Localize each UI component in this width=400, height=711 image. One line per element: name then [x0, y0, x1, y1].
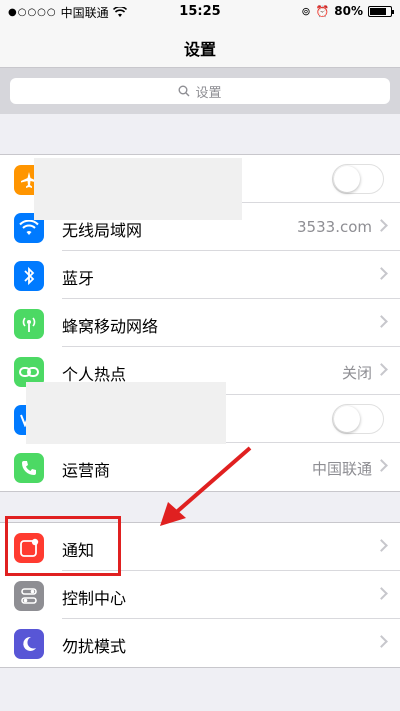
chevron-right-icon: [375, 267, 388, 280]
chevron-right-icon: [375, 459, 388, 472]
chevron-right-icon: [375, 635, 388, 648]
navigation-bar: 设置: [0, 22, 400, 68]
search-area: 设置: [0, 68, 400, 114]
status-bar: ●○○○○ 中国联通 15:25 ⊚ ⏰ 80%: [0, 0, 400, 22]
settings-row-label: 蜂窝移动网络: [62, 317, 159, 336]
battery-fill: [370, 7, 386, 15]
highlight-box: [5, 516, 121, 576]
wifi-network-name: 3533.com: [297, 218, 372, 236]
search-icon: [178, 85, 190, 97]
settings-row-bluetooth[interactable]: 蓝牙: [0, 251, 400, 299]
vpn-toggle[interactable]: [332, 404, 384, 434]
obscured-region: [26, 382, 226, 444]
settings-row-control-center[interactable]: 控制中心: [0, 571, 400, 619]
chevron-right-icon: [375, 363, 388, 376]
status-right: ⊚ ⏰ 80%: [301, 4, 394, 18]
search-placeholder: 设置: [195, 85, 222, 101]
obscured-region: [34, 158, 242, 220]
battery-icon: [368, 5, 394, 17]
settings-row-label: 控制中心: [62, 589, 127, 608]
bluetooth-icon: [14, 261, 44, 291]
toggle-knob: [334, 406, 360, 432]
toggle-knob: [334, 166, 360, 192]
phone-icon: [14, 453, 44, 483]
settings-row-do-not-disturb[interactable]: 勿扰模式: [0, 619, 400, 667]
settings-row-cellular[interactable]: 蜂窝移动网络: [0, 299, 400, 347]
control-center-icon: [14, 581, 44, 611]
moon-icon: [14, 629, 44, 659]
cellular-icon: [14, 309, 44, 339]
search-input[interactable]: 设置: [10, 78, 390, 104]
carrier-value: 中国联通: [311, 460, 372, 478]
settings-row-label: 运营商: [62, 461, 111, 480]
alarm-icon: ⏰: [315, 4, 330, 18]
hotspot-status: 关闭: [341, 364, 372, 382]
chevron-right-icon: [375, 315, 388, 328]
battery-percentage: 80%: [334, 4, 363, 18]
page-title: 设置: [183, 40, 216, 59]
chevron-right-icon: [375, 587, 388, 600]
settings-row-label: 勿扰模式: [62, 637, 127, 656]
annotation-arrow: [160, 446, 252, 526]
airplane-mode-toggle[interactable]: [332, 164, 384, 194]
settings-row-label: 无线局域网: [62, 221, 143, 240]
settings-row-label: 蓝牙: [62, 269, 95, 288]
chevron-right-icon: [375, 539, 388, 552]
chevron-right-icon: [375, 219, 388, 232]
rotation-lock-icon: ⊚: [301, 4, 311, 18]
